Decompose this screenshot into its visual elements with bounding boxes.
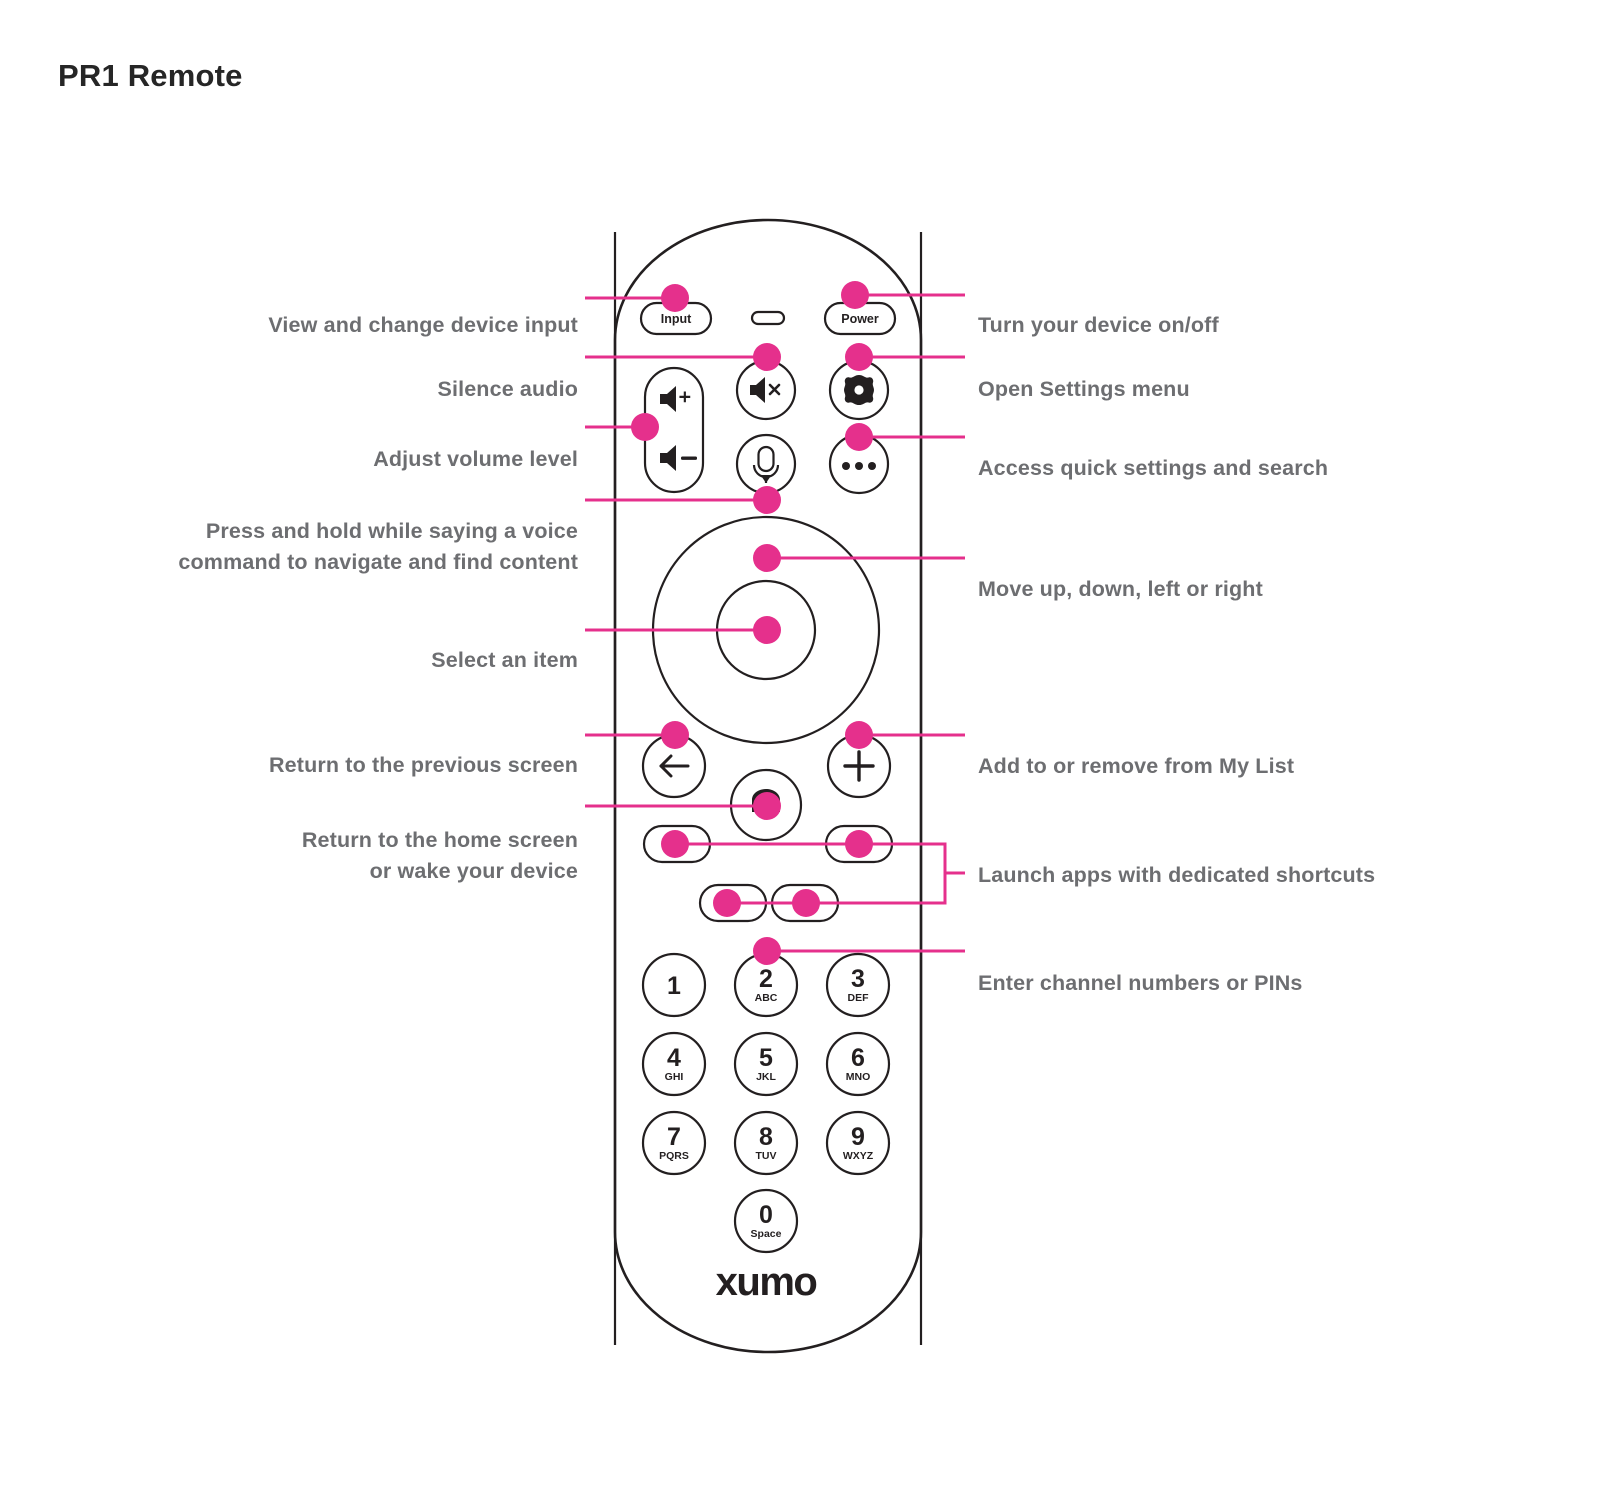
keypad-key-3[interactable]: 3DEF <box>825 952 891 1018</box>
xumo-logo: xumo <box>716 1260 818 1304</box>
brand-wordmark: xumo <box>716 1260 817 1304</box>
leader-dot-app4 <box>792 889 820 917</box>
svg-text:Input: Input <box>661 312 692 326</box>
keypad-letters: JKL <box>756 1071 776 1083</box>
keypad-letters: GHI <box>665 1071 684 1083</box>
leader-dot-select <box>753 616 781 644</box>
leader-dot-numbers <box>753 937 781 965</box>
callout-back: Return to the previous screen <box>268 753 578 777</box>
leader-dot-input <box>661 284 689 312</box>
callout-volume: Adjust volume level <box>373 447 578 471</box>
callout-apps: Launch apps with dedicated shortcuts <box>978 863 1376 887</box>
keypad-digit: 3 <box>851 965 865 993</box>
gear-icon <box>844 375 874 405</box>
volume-up-icon <box>660 386 691 412</box>
leader-dot-app3 <box>713 889 741 917</box>
leader-dot-app2 <box>845 830 873 858</box>
callout-mylist: Add to or remove from My List <box>978 754 1295 778</box>
keypad-digit: 9 <box>851 1123 865 1151</box>
keypad-digit: 8 <box>759 1123 773 1151</box>
keypad-key-5[interactable]: 5JKL <box>733 1031 799 1097</box>
remote-diagram-page: PR1 Remote .outline { fill:none; stroke:… <box>0 0 1600 1494</box>
callout-quick: Access quick settings and search <box>978 456 1329 480</box>
svg-text:Power: Power <box>841 312 879 326</box>
back-arrow-icon <box>659 754 690 778</box>
keypad-key-6[interactable]: 6MNO <box>825 1031 891 1097</box>
number-keypad[interactable]: 1 2ABC 3DEF 4GHI 5JKL 6MNO 7PQRS 8TUV 9WXYZ 0Spac… <box>641 952 891 1254</box>
keypad-key-9[interactable]: 9WXYZ <box>825 1110 891 1176</box>
leader-dot-voice <box>753 486 781 514</box>
ir-window <box>750 310 786 326</box>
keypad-digit: 4 <box>667 1044 681 1072</box>
callout-mute: Silence audio <box>437 377 578 401</box>
leader-dot-quick <box>845 423 873 451</box>
voice-button[interactable] <box>735 433 797 495</box>
leader-dot-dpad <box>753 544 781 572</box>
keypad-digit: 0 <box>759 1201 773 1229</box>
callout-input: View and change device input <box>268 313 578 337</box>
keypad-letters: Space <box>751 1228 782 1240</box>
leader-dot-home <box>753 792 781 820</box>
microphone-icon <box>752 445 780 483</box>
volume-down-icon <box>660 445 697 471</box>
leader-dot-mute <box>753 343 781 371</box>
keypad-digit: 1 <box>667 972 681 1000</box>
callout-select: Select an item <box>431 648 578 672</box>
keypad-letters: ABC <box>755 992 778 1004</box>
ellipsis-icon <box>842 462 876 470</box>
callout-voice: Press and hold while saying a voice comm… <box>178 519 578 574</box>
keypad-letters: DEF <box>848 992 870 1004</box>
keypad-letters: PQRS <box>659 1150 689 1162</box>
keypad-key-0[interactable]: 0Space <box>733 1188 799 1254</box>
keypad-key-7[interactable]: 7PQRS <box>641 1110 707 1176</box>
leader-lines <box>585 281 965 965</box>
leader-dot-mylist <box>845 721 873 749</box>
remote-illustration: .outline { fill:none; stroke:#231f20; st… <box>585 218 965 1354</box>
keypad-key-8[interactable]: 8TUV <box>733 1110 799 1176</box>
callout-home: Return to the home screen or wake your d… <box>301 828 578 883</box>
leader-dot-volume <box>631 413 659 441</box>
keypad-letters: MNO <box>846 1071 871 1083</box>
keypad-letters: WXYZ <box>843 1150 874 1162</box>
callout-dpad: Move up, down, left or right <box>978 577 1263 601</box>
callout-numbers: Enter channel numbers or PINs <box>978 971 1303 995</box>
keypad-digit: 2 <box>759 965 773 993</box>
leader-dot-settings <box>845 343 873 371</box>
keypad-key-1[interactable]: 1 <box>641 952 707 1018</box>
leader-dot-power <box>841 281 869 309</box>
callout-power: Turn your device on/off <box>978 313 1219 337</box>
leader-dot-back <box>661 721 689 749</box>
keypad-digit: 7 <box>667 1123 681 1151</box>
mute-icon <box>750 377 781 403</box>
plus-icon <box>843 750 875 782</box>
keypad-digit: 6 <box>851 1044 865 1072</box>
remote-body <box>613 218 923 1354</box>
keypad-letters: TUV <box>756 1150 777 1162</box>
callout-settings: Open Settings menu <box>978 377 1190 401</box>
keypad-digit: 5 <box>759 1044 773 1072</box>
leader-dot-app1 <box>661 830 689 858</box>
keypad-key-4[interactable]: 4GHI <box>641 1031 707 1097</box>
